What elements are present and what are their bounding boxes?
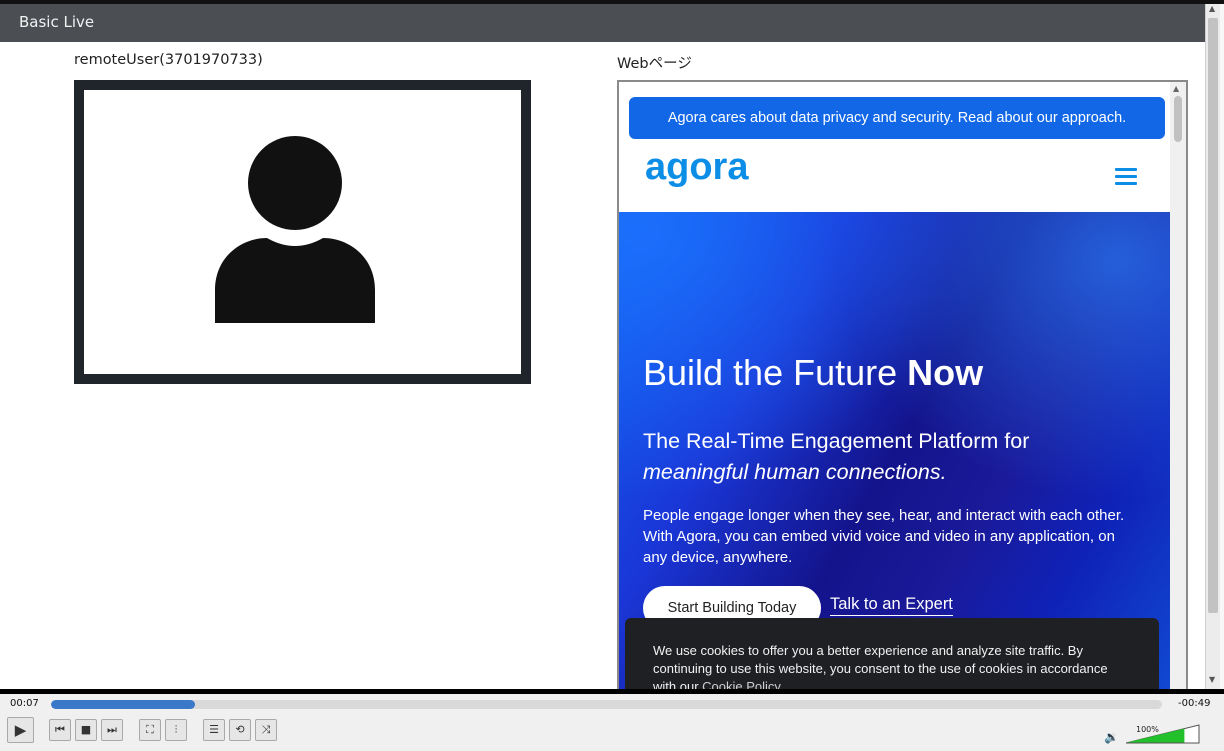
- scroll-up-arrow-icon[interactable]: ▲: [1173, 84, 1179, 93]
- previous-button[interactable]: ⏮: [49, 719, 71, 741]
- embedded-webview[interactable]: Agora cares about data privacy and secur…: [617, 80, 1188, 689]
- fullscreen-button[interactable]: ⛶: [139, 719, 161, 741]
- hamburger-menu-icon[interactable]: [1115, 168, 1137, 186]
- remote-video-frame: [74, 80, 531, 384]
- hero-title-bold: Now: [907, 352, 984, 393]
- skip-next-icon: ⏭: [107, 723, 117, 736]
- app-window: Basic Live remoteUser(3701970733) Webページ…: [0, 0, 1224, 751]
- hero-title-regular: Build the Future: [643, 352, 908, 393]
- title-bar: Basic Live: [0, 4, 1205, 42]
- fullscreen-icon: ⛶: [146, 723, 154, 736]
- agora-logo[interactable]: agora: [645, 146, 748, 189]
- play-icon: ▶: [14, 721, 27, 739]
- next-button[interactable]: ⏭: [101, 719, 123, 741]
- talk-to-expert-link[interactable]: Talk to an Expert: [830, 595, 953, 616]
- volume-wedge: [1125, 724, 1200, 744]
- hero-body: People engage longer when they see, hear…: [643, 507, 1125, 566]
- media-player: 00:07 -00:49 ▶ ⏮ ■ ⏭ ⛶ ⫶ ☰ ⟲ ⤨ 🔉 100%: [0, 694, 1224, 751]
- loop-button[interactable]: ⟲: [229, 719, 251, 741]
- scroll-up-arrow-icon[interactable]: ▲: [1209, 4, 1215, 13]
- person-silhouette-icon: [215, 136, 375, 323]
- stop-icon: ■: [80, 723, 92, 736]
- equalizer-icon: ⫶: [174, 723, 178, 736]
- remote-video-view: [84, 90, 521, 374]
- play-button[interactable]: ▶: [7, 717, 34, 743]
- window-title: Basic Live: [19, 13, 95, 31]
- hero-subtitle-line1: The Real-Time Engagement Platform for: [643, 429, 1030, 453]
- cookie-policy-link[interactable]: Cookie Policy.: [702, 679, 783, 689]
- webview-scroll-thumb[interactable]: [1174, 96, 1182, 142]
- loop-icon: ⟲: [235, 723, 245, 736]
- shuffle-button[interactable]: ⤨: [255, 719, 277, 741]
- stop-button[interactable]: ■: [75, 719, 97, 741]
- seek-bar-fill: [51, 700, 196, 709]
- cookie-banner: We use cookies to offer you a better exp…: [625, 618, 1159, 689]
- webview-scrollbar[interactable]: ▲: [1170, 82, 1186, 689]
- elapsed-time: 00:07: [10, 698, 39, 709]
- web-page-label: Webページ: [617, 56, 692, 72]
- remaining-time: -00:49: [1178, 698, 1211, 709]
- hero-subtitle: The Real-Time Engagement Platform for me…: [643, 426, 1143, 488]
- window-edge: [1220, 4, 1224, 689]
- app-scroll-thumb[interactable]: [1208, 18, 1218, 613]
- seek-bar[interactable]: [51, 700, 1162, 709]
- playlist-icon: ☰: [209, 723, 219, 736]
- speaker-icon[interactable]: 🔉: [1104, 730, 1119, 744]
- hero-subtitle-line2: meaningful human connections.: [643, 460, 947, 484]
- app-scrollbar[interactable]: ▲ ▼: [1205, 4, 1220, 689]
- hero-title: Build the Future Now: [643, 352, 983, 394]
- playlist-button[interactable]: ☰: [203, 719, 225, 741]
- remote-user-label: remoteUser(3701970733): [74, 52, 263, 68]
- privacy-banner[interactable]: Agora cares about data privacy and secur…: [629, 97, 1165, 139]
- shuffle-icon: ⤨: [261, 723, 271, 736]
- scroll-down-arrow-icon[interactable]: ▼: [1209, 675, 1215, 684]
- volume-slider[interactable]: [1125, 723, 1200, 745]
- skip-previous-icon: ⏮: [55, 723, 65, 736]
- equalizer-button[interactable]: ⫶: [165, 719, 187, 741]
